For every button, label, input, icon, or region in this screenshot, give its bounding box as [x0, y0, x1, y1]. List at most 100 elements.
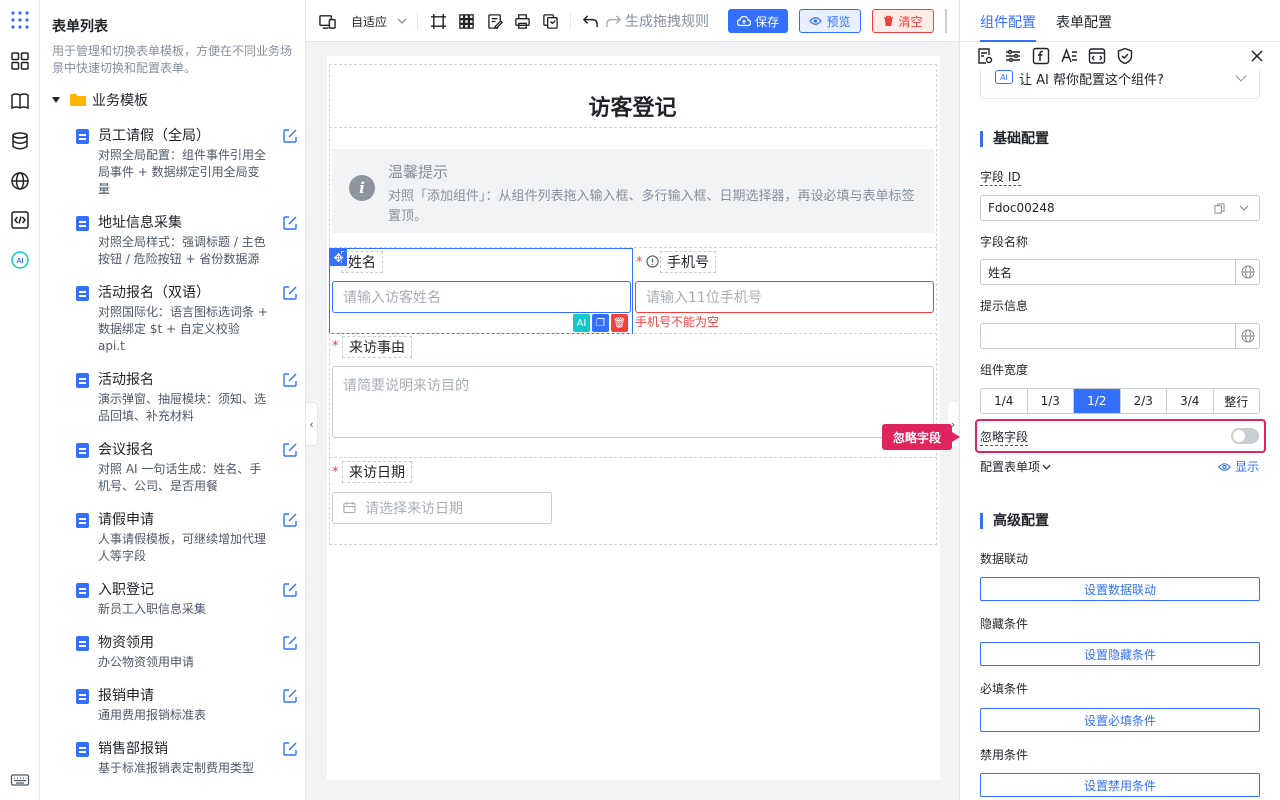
edit-icon[interactable] — [282, 442, 298, 458]
width-label: 组件宽度 — [980, 363, 1029, 377]
edit-icon[interactable] — [282, 128, 298, 144]
list-item[interactable]: 活动报名 演示弹窗、抽屉模块：须知、选品回填、补充材料 — [76, 370, 298, 425]
code-window-icon[interactable] — [1088, 47, 1106, 65]
shield-check-icon[interactable] — [1116, 47, 1134, 65]
edit-icon[interactable] — [282, 285, 298, 301]
ai-badge: AI — [995, 70, 1013, 84]
document-icon — [76, 129, 89, 144]
generate-rule-button[interactable]: 生成拖拽规则 — [605, 11, 709, 31]
document-icon — [76, 742, 89, 757]
tip-alert[interactable]: i 温馨提示 对照「添加组件」：从组件列表拖入输入框、多行输入框、日期选择器，再… — [332, 149, 934, 233]
name-input[interactable]: 请输入访客姓名 — [332, 281, 631, 313]
edit-doc-icon[interactable] — [487, 11, 504, 31]
list-item[interactable]: 请假申请 人事请假模板，可继续增加代理人等字段 — [76, 510, 298, 565]
width-option[interactable]: 整行 — [1214, 389, 1260, 413]
delete-icon[interactable]: 🗑 — [611, 314, 628, 332]
callout-ignore-field: 忽略字段 — [882, 424, 960, 450]
show-toggle[interactable]: 显示 — [1218, 458, 1259, 475]
field-id-input[interactable]: Fdoc00248 — [980, 195, 1260, 221]
field-name-input[interactable]: 姓名 — [980, 259, 1260, 285]
width-option[interactable]: 2/3 — [1121, 389, 1167, 413]
folder-icon — [70, 94, 86, 106]
list-item[interactable]: 地址信息采集 对照全局样式：强调标题 / 主色按钮 / 危险按钮 + 省份数据源 — [76, 213, 298, 268]
grid-icon[interactable] — [458, 11, 475, 31]
ai-icon[interactable]: AI — [9, 249, 31, 271]
tab-component-config[interactable]: 组件配置 — [980, 12, 1036, 32]
cloud-upload-icon — [736, 15, 751, 27]
set-hidden-button[interactable]: 设置隐藏条件 — [980, 642, 1260, 666]
list-item[interactable]: 报销申请 通用费用报销标准表 — [76, 686, 298, 724]
edit-icon[interactable] — [282, 215, 298, 231]
code-icon[interactable] — [9, 209, 31, 231]
function-icon[interactable] — [1032, 47, 1050, 65]
width-option[interactable]: 1/3 — [1028, 389, 1074, 413]
components-icon[interactable] — [9, 50, 31, 72]
svg-text:AI: AI — [17, 258, 24, 265]
list-item[interactable]: 物资领用 办公物资领用申请 — [76, 633, 298, 671]
language-globe-icon[interactable] — [1235, 260, 1259, 284]
edit-icon[interactable] — [282, 688, 298, 704]
settings-doc-icon[interactable] — [976, 47, 994, 65]
ai-prompt: 让 AI 帮你配置这个组件? — [1019, 73, 1164, 88]
keyboard-icon[interactable] — [9, 769, 31, 791]
width-option-selected[interactable]: 1/2 — [1074, 389, 1121, 413]
hidden-label: 隐藏条件 — [980, 617, 1029, 631]
layout-mode-select[interactable]: 自适应 — [351, 11, 407, 31]
folder-business-templates[interactable]: 业务模板 — [52, 90, 148, 110]
undo-icon[interactable] — [582, 11, 599, 31]
edit-icon[interactable] — [282, 741, 298, 757]
edit-icon[interactable] — [282, 512, 298, 528]
book-icon[interactable] — [9, 90, 31, 112]
language-globe-icon[interactable] — [1235, 324, 1259, 348]
edit-icon[interactable] — [282, 372, 298, 388]
options-toggle[interactable]: 配置表单项 — [980, 458, 1051, 475]
print-icon[interactable] — [514, 11, 531, 31]
tab-form-config[interactable]: 表单配置 — [1056, 12, 1112, 32]
hint-input[interactable] — [980, 323, 1260, 349]
clear-button[interactable]: 清空 — [872, 9, 934, 33]
generate-rule-label: 生成拖拽规则 — [625, 14, 709, 30]
save-button[interactable]: 保存 — [728, 9, 788, 33]
set-disabled-button[interactable]: 设置禁用条件 — [980, 773, 1260, 797]
copy-json-icon[interactable] — [542, 11, 559, 31]
database-icon[interactable] — [9, 130, 31, 152]
form-template-list: 员工请假（全局） 对照全局配置：组件事件引用全局事件 + 数据绑定引用全局变量 地… — [76, 126, 298, 792]
frame-icon[interactable] — [430, 11, 447, 31]
set-linkage-button[interactable]: 设置数据联动 — [980, 577, 1260, 601]
phone-input[interactable]: 请输入11位手机号 — [635, 281, 934, 313]
form-canvas: 访客登记 i 温馨提示 对照「添加组件」：从组件列表拖入输入框、多行输入框、日期… — [327, 56, 940, 780]
list-item[interactable]: 销售部报销 基于标准报销表定制费用类型 — [76, 739, 298, 777]
edit-icon[interactable] — [282, 635, 298, 651]
config-tabs: 组件配置 表单配置 — [960, 0, 1280, 42]
info-icon: i — [349, 175, 375, 201]
edit-icon[interactable] — [282, 582, 298, 598]
apps-grid-icon[interactable] — [9, 9, 31, 31]
width-option[interactable]: 1/4 — [981, 389, 1028, 413]
list-item[interactable]: 员工请假（全局） 对照全局配置：组件事件引用全局事件 + 数据绑定引用全局变量 — [76, 126, 298, 198]
copy-icon[interactable]: ❐ — [592, 314, 609, 332]
list-item[interactable]: 会议报名 对照 AI 一句话生成：姓名、手机号、公司、是否用餐 — [76, 440, 298, 495]
sliders-icon[interactable] — [1004, 47, 1022, 65]
copy-icon[interactable] — [1214, 203, 1225, 214]
required-mark: * — [636, 255, 643, 270]
text-style-icon[interactable] — [1060, 47, 1078, 65]
reason-textarea[interactable]: 请简要说明来访目的 — [332, 366, 934, 438]
chevron-down-icon[interactable] — [1239, 205, 1249, 211]
ai-field-icon[interactable]: AI — [573, 314, 590, 332]
list-item[interactable]: 入职登记 新员工入职信息采集 — [76, 580, 298, 618]
form-list-panel: 表单列表 用于管理和切换表单模板，方便在不同业务场景中快速切换和配置表单。 业务… — [40, 0, 306, 800]
date-picker[interactable]: 请选择来访日期 — [332, 492, 552, 524]
set-required-button[interactable]: 设置必填条件 — [980, 708, 1260, 732]
required-label: 必填条件 — [980, 682, 1029, 696]
collapse-list-button[interactable]: ‹ — [306, 402, 318, 446]
preview-button[interactable]: 预览 — [799, 9, 861, 33]
device-icon[interactable] — [319, 11, 336, 31]
ignore-field-switch[interactable] — [1231, 428, 1259, 444]
folder-label: 业务模板 — [92, 93, 148, 109]
width-option[interactable]: 3/4 — [1167, 389, 1214, 413]
globe-icon[interactable] — [9, 170, 31, 192]
toolbar-divider — [570, 12, 571, 30]
close-icon[interactable] — [1248, 47, 1266, 65]
list-item[interactable]: 活动报名（双语） 对照国际化：语言图标选词条 + 数据绑定 $t + 自定义校验 … — [76, 283, 298, 355]
info-circle-icon[interactable] — [646, 255, 659, 268]
